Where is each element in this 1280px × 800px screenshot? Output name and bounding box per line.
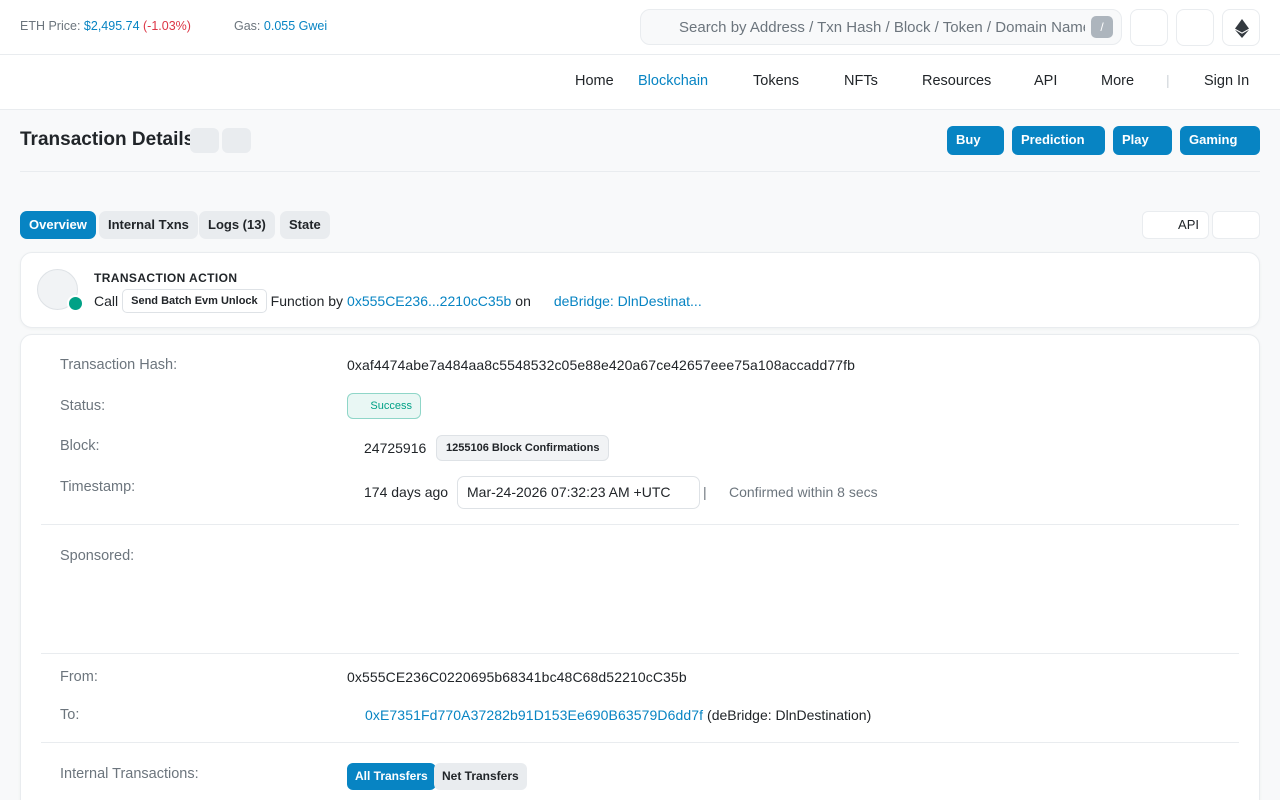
nav-tokens[interactable]: Tokens bbox=[753, 73, 799, 89]
status-dot-icon bbox=[67, 295, 84, 312]
to-address-name: (deBridge: DlnDestination) bbox=[707, 707, 872, 723]
action-call-text: Call bbox=[94, 293, 119, 309]
sponsored-label: Sponsored: bbox=[60, 548, 135, 564]
hash-label: Transaction Hash: bbox=[60, 357, 178, 373]
to-label: To: bbox=[60, 707, 80, 723]
tab-state[interactable]: State bbox=[280, 211, 330, 239]
page-title: Transaction Details bbox=[20, 129, 195, 150]
settings-button[interactable] bbox=[1176, 9, 1214, 46]
nav-blockchain[interactable]: Blockchain bbox=[638, 73, 708, 89]
ethereum-icon bbox=[1235, 19, 1249, 38]
search-input[interactable] bbox=[655, 10, 1085, 44]
action-on-text: on bbox=[515, 293, 531, 309]
nav-home[interactable]: Home bbox=[575, 73, 614, 89]
title-placeholder-2 bbox=[222, 128, 251, 153]
internal-txns-label: Internal Transactions: bbox=[60, 766, 199, 782]
function-by-text: Function by bbox=[270, 293, 344, 309]
timestamp-label: Timestamp: bbox=[60, 479, 136, 495]
eth-price-value[interactable]: $2,495.74 bbox=[84, 19, 140, 33]
transaction-details-card: Transaction Hash: 0xaf4474abe7a484aa8c55… bbox=[20, 334, 1260, 800]
tab-internal-txns[interactable]: Internal Txns bbox=[99, 211, 198, 239]
top-bar: ETH Price: $2,495.74 (-1.03%) Gas: 0.055… bbox=[0, 0, 1280, 55]
from-address-link[interactable]: 0x555CE236C0220695b68341bc48C68d52210cC3… bbox=[347, 669, 687, 685]
eth-price: ETH Price: $2,495.74 (-1.03%) bbox=[20, 19, 191, 33]
sign-in-link[interactable]: Sign In bbox=[1204, 73, 1249, 89]
transaction-action-card: TRANSACTION ACTION Call Send Batch Evm U… bbox=[20, 252, 1260, 328]
play-button[interactable]: Play bbox=[1113, 126, 1172, 155]
section-divider-3 bbox=[41, 742, 1239, 743]
buy-button[interactable]: Buy bbox=[947, 126, 1004, 155]
prediction-button[interactable]: Prediction bbox=[1012, 126, 1105, 155]
from-label: From: bbox=[60, 669, 98, 685]
to-address: 0xE7351Fd770A37282b91D153Ee690B63579D6dd… bbox=[365, 707, 871, 723]
net-transfers-button[interactable]: Net Transfers bbox=[434, 763, 527, 790]
section-divider-1 bbox=[41, 524, 1239, 525]
timestamp-value: Mar-24-2026 07:32:23 AM +UTC bbox=[457, 476, 700, 509]
search-box: / bbox=[640, 9, 1122, 45]
transaction-hash: 0xaf4474abe7a484aa8c5548532c05e88e420a67… bbox=[347, 357, 855, 373]
header-divider bbox=[20, 171, 1260, 172]
transaction-action-label: TRANSACTION ACTION bbox=[94, 271, 238, 285]
gas-value[interactable]: 0.055 Gwei bbox=[264, 19, 327, 33]
block-label: Block: bbox=[60, 438, 100, 454]
status-label: Status: bbox=[60, 398, 106, 414]
to-address-link[interactable]: 0xE7351Fd770A37282b91D153Ee690B63579D6dd… bbox=[365, 707, 703, 723]
tab-logs[interactable]: Logs (13) bbox=[199, 211, 275, 239]
search-shortcut-key: / bbox=[1091, 16, 1113, 38]
transaction-action-line: Call Send Batch Evm Unlock Function by 0… bbox=[94, 289, 702, 313]
confirmed-within: Confirmed within 8 secs bbox=[729, 484, 878, 500]
all-transfers-button[interactable]: All Transfers bbox=[347, 763, 436, 790]
nav-more[interactable]: More bbox=[1101, 73, 1134, 89]
api-button[interactable]: API bbox=[1142, 211, 1209, 239]
gas-label: Gas: bbox=[234, 19, 261, 33]
action-contract-link[interactable]: deBridge: DlnDestinat... bbox=[554, 293, 702, 309]
block-number-link[interactable]: 24725916 bbox=[364, 440, 426, 456]
network-switch-button[interactable] bbox=[1222, 9, 1260, 46]
timestamp-separator: | bbox=[703, 484, 707, 500]
nav-api[interactable]: API bbox=[1034, 73, 1057, 89]
section-divider-2 bbox=[41, 653, 1239, 654]
gaming-button[interactable]: Gaming bbox=[1180, 126, 1260, 155]
theme-toggle-button[interactable] bbox=[1130, 9, 1168, 46]
status-badge: Success bbox=[347, 393, 421, 419]
nav-resources[interactable]: Resources bbox=[922, 73, 991, 89]
title-placeholder-1 bbox=[190, 128, 219, 153]
tab-overview[interactable]: Overview bbox=[20, 211, 96, 239]
nav-nfts[interactable]: NFTs bbox=[844, 73, 878, 89]
action-from-link[interactable]: 0x555CE236...2210cC35b bbox=[347, 293, 511, 309]
gas-price: Gas: 0.055 Gwei bbox=[234, 19, 327, 33]
eth-price-change: (-1.03%) bbox=[143, 19, 191, 33]
confirmations-badge: 1255106 Block Confirmations bbox=[436, 435, 610, 461]
eth-price-label: ETH Price: bbox=[20, 19, 81, 33]
main-nav: Home Blockchain Tokens NFTs Resources AP… bbox=[0, 55, 1280, 110]
nav-separator: | bbox=[1166, 72, 1170, 88]
timestamp-age: 174 days ago bbox=[364, 484, 449, 500]
more-options-button[interactable] bbox=[1212, 211, 1260, 239]
method-badge: Send Batch Evm Unlock bbox=[122, 289, 267, 313]
